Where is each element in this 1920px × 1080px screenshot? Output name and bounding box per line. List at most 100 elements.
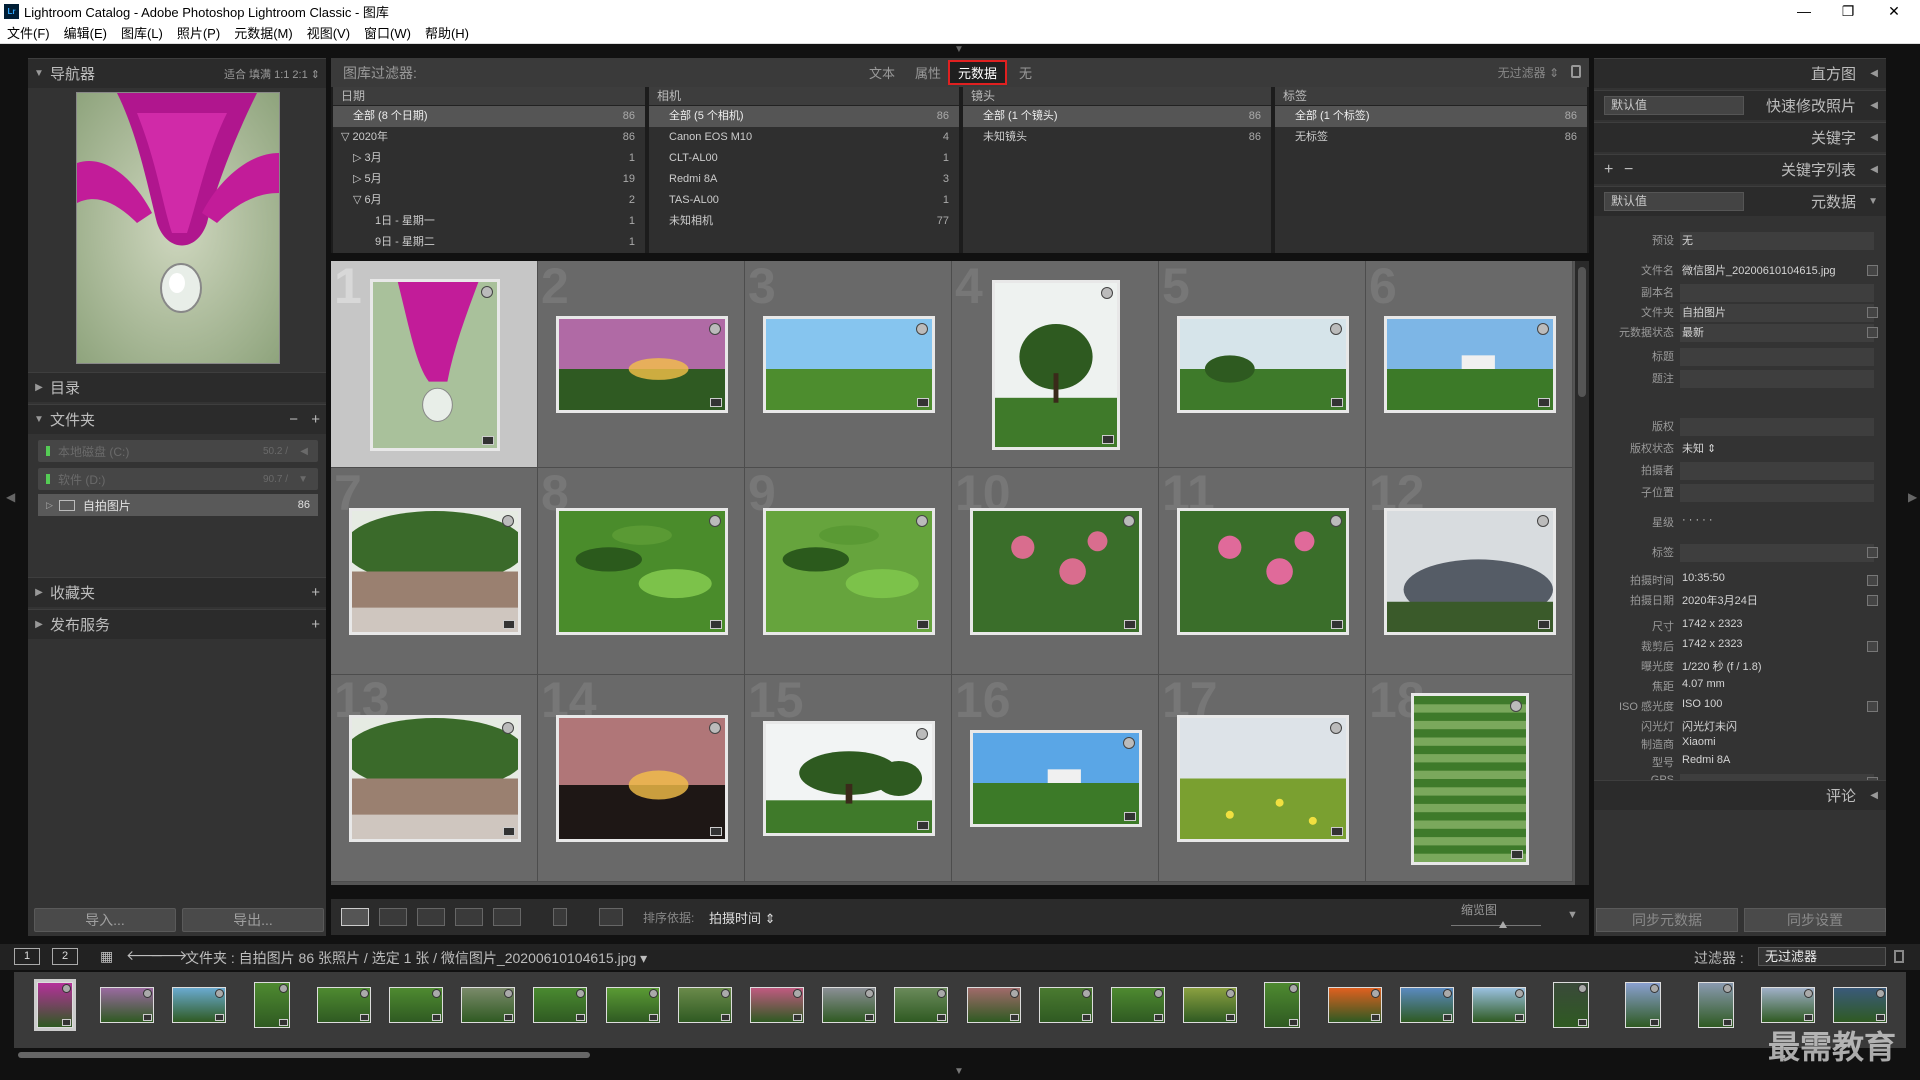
photo-thumbnail[interactable] [1384, 508, 1556, 635]
close-button[interactable]: ✕ [1872, 0, 1916, 22]
lock-icon[interactable] [1571, 65, 1581, 78]
metadata-badge-icon[interactable] [917, 620, 929, 629]
quick-collection-icon[interactable] [648, 989, 658, 998]
photo-thumbnail[interactable] [343, 715, 527, 842]
metadata-filter-row[interactable]: 未知相机 77 [649, 211, 959, 232]
metadata-badge-icon[interactable] [1650, 1019, 1660, 1026]
quick-collection-icon[interactable] [1578, 984, 1588, 993]
filmstrip-thumbnail[interactable] [1553, 982, 1590, 1028]
filmstrip-thumbnail[interactable] [34, 979, 76, 1031]
metadata-field-row[interactable]: 题注 [1594, 370, 1886, 388]
metadata-field-row[interactable]: 裁剪后 1742 x 2323 [1594, 638, 1886, 656]
metadata-badge-icon[interactable] [504, 1014, 514, 1021]
field-input-box[interactable] [1680, 418, 1874, 436]
grid-cell[interactable]: 13 [331, 672, 538, 882]
bottom-panel-toggle-icon[interactable]: ▼ [954, 1066, 964, 1077]
metadata-badge-icon[interactable] [1102, 435, 1114, 444]
metadata-badge-icon[interactable] [1538, 398, 1550, 407]
photo-thumbnail[interactable] [970, 508, 1142, 635]
secondary-window-button[interactable]: 2 [52, 948, 78, 965]
metadata-filter-row[interactable]: 全部 (5 个相机) 86 [649, 106, 959, 127]
metadata-badge-icon[interactable] [793, 1014, 802, 1021]
menu-metadata[interactable]: 元数据(M) [227, 23, 300, 42]
column-header[interactable]: 日期 [333, 87, 645, 106]
filmstrip-thumbnail[interactable] [1472, 987, 1526, 1023]
metadata-filter-row[interactable]: 9日 - 星期二 1 [333, 232, 645, 253]
metadata-field-row[interactable]: 尺寸 1742 x 2323 [1594, 618, 1886, 636]
import-button[interactable]: 导入... [34, 908, 176, 932]
metadata-badge-icon[interactable] [359, 1014, 369, 1021]
filmstrip-thumbnail[interactable] [316, 987, 371, 1023]
grid-cell[interactable]: 3 [745, 261, 952, 468]
filmstrip-thumbnail[interactable] [533, 987, 588, 1023]
quick-collection-icon[interactable] [143, 989, 153, 998]
metadata-badge-icon[interactable] [62, 1019, 71, 1026]
field-action-icon[interactable] [1867, 265, 1878, 276]
sort-direction-icon[interactable] [599, 908, 623, 926]
quick-collection-icon[interactable] [1330, 323, 1342, 335]
quick-collection-icon[interactable] [793, 989, 802, 998]
filmstrip-source-path[interactable]: 文件夹 : 自拍图片 86 张照片 / 选定 1 张 / 微信图片_202006… [185, 948, 647, 968]
filmstrip-thumbnail[interactable] [1111, 987, 1165, 1023]
filmstrip-thumbnail[interactable] [1399, 987, 1454, 1023]
folders-header[interactable]: ▼ 文件夹 − + [28, 404, 326, 434]
quick-collection-icon[interactable] [1009, 989, 1019, 998]
grid-cell[interactable]: 15 [745, 672, 952, 882]
grid-cell[interactable]: 2 [538, 261, 745, 468]
field-action-icon[interactable] [1867, 575, 1878, 586]
filmstrip-thumbnail[interactable] [605, 987, 660, 1023]
left-panel-toggle-icon[interactable]: ◀ [6, 490, 15, 504]
metadata-badge-icon[interactable] [1515, 1014, 1524, 1021]
metadata-badge-icon[interactable] [482, 436, 494, 445]
metadata-field-row[interactable]: 闪光灯 闪光灯未闪 [1594, 718, 1886, 736]
quick-collection-icon[interactable] [1289, 984, 1299, 993]
people-view-icon[interactable] [493, 908, 521, 926]
metadata-badge-icon[interactable] [1538, 620, 1550, 629]
metadata-badge-icon[interactable] [1124, 620, 1136, 629]
filter-tab-text[interactable]: 文本 [869, 63, 895, 82]
metadata-badge-icon[interactable] [503, 620, 515, 629]
filmstrip-thumbnail[interactable] [1264, 982, 1301, 1028]
metadata-badge-icon[interactable] [1876, 1014, 1885, 1021]
photo-thumbnail[interactable] [556, 715, 728, 842]
quick-collection-icon[interactable] [1226, 989, 1236, 998]
quick-collection-icon[interactable] [1123, 737, 1135, 749]
quick-collection-icon[interactable] [432, 989, 441, 998]
menu-edit[interactable]: 编辑(E) [57, 23, 114, 42]
metadata-field-row[interactable]: 版权状态 未知 ⇕ [1594, 440, 1886, 458]
field-input-box[interactable] [1680, 348, 1874, 366]
grid-scrollbar[interactable] [1575, 261, 1589, 885]
metadata-field-row[interactable]: 曝光度 1/220 秒 (f / 1.8) [1594, 658, 1886, 676]
grid-cell[interactable]: 11 [1159, 465, 1366, 675]
navigator-zoom-options[interactable]: 适合 填满 1:1 2:1 ⇕ [224, 66, 320, 82]
quick-collection-icon[interactable] [278, 984, 288, 993]
metadata-badge-icon[interactable] [1331, 620, 1343, 629]
field-action-icon[interactable] [1867, 595, 1878, 606]
quick-collection-icon[interactable] [709, 323, 721, 335]
volume-d[interactable]: 软件 (D:) 90.7 / ▼ [38, 468, 318, 490]
quick-collection-icon[interactable] [709, 722, 721, 734]
add-keyword-icon[interactable]: + [1604, 161, 1613, 179]
sort-dropdown[interactable]: 拍摄时间 ⇕ [709, 908, 776, 927]
metadata-filter-row[interactable]: 全部 (1 个标签) 86 [1275, 106, 1587, 127]
field-action-icon[interactable] [1867, 547, 1878, 558]
quick-collection-icon[interactable] [1803, 989, 1813, 998]
metadata-badge-icon[interactable] [720, 1014, 730, 1021]
grid-cell[interactable]: 1 [331, 261, 538, 468]
filmstrip-thumbnail[interactable] [822, 987, 877, 1023]
quick-collection-icon[interactable] [1442, 989, 1452, 998]
quick-collection-icon[interactable] [865, 989, 875, 998]
filter-preset-dropdown[interactable]: 无过滤器 ⇕ [1498, 64, 1559, 81]
menu-library[interactable]: 图库(L) [114, 23, 170, 42]
quick-collection-icon[interactable] [215, 989, 225, 998]
filmstrip-thumbnail[interactable] [1760, 987, 1815, 1023]
quick-collection-icon[interactable] [576, 989, 586, 998]
keywording-header[interactable]: 关键字 ◀ [1594, 122, 1886, 152]
metadata-field-row[interactable]: 型号 Redmi 8A [1594, 754, 1886, 772]
minimize-button[interactable]: — [1782, 0, 1826, 22]
quick-collection-icon[interactable] [1876, 989, 1885, 998]
field-input-box[interactable] [1680, 284, 1874, 302]
metadata-field-row[interactable]: 星级 · · · · · [1594, 514, 1886, 532]
metadata-filter-row[interactable]: 全部 (1 个镜头) 86 [963, 106, 1271, 127]
quick-collection-icon[interactable] [1101, 287, 1113, 299]
